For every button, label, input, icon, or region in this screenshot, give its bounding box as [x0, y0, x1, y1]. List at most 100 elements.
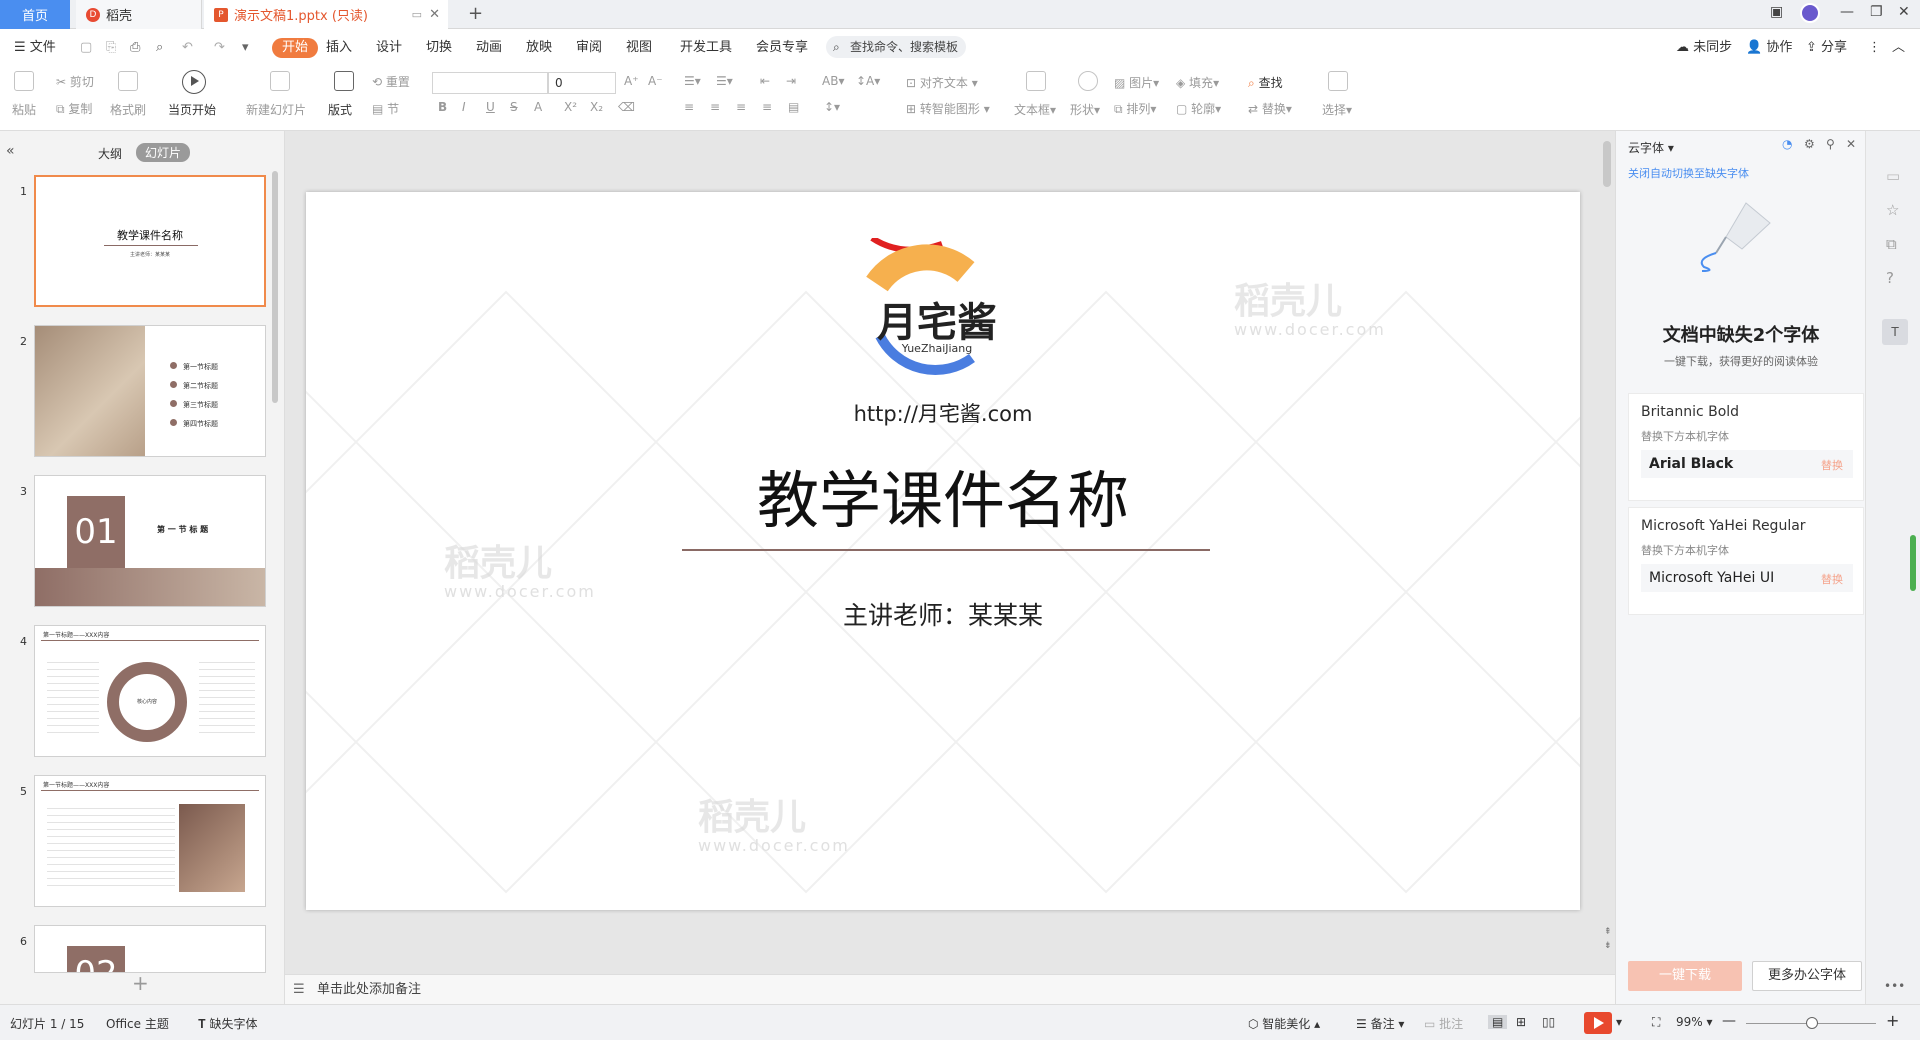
- bullet-list-icon[interactable]: ☰▾: [684, 74, 701, 88]
- notes-toggle[interactable]: ☰ 备注 ▾: [1356, 1015, 1404, 1032]
- indent-icon[interactable]: ⇥: [786, 74, 796, 88]
- paste-button[interactable]: 粘贴: [12, 101, 36, 118]
- distribute-icon[interactable]: ▤: [788, 100, 799, 114]
- preview-icon[interactable]: ⌕: [156, 38, 163, 58]
- textbox-icon[interactable]: [1026, 71, 1046, 91]
- pin-icon[interactable]: ⚲: [1826, 137, 1835, 151]
- add-slide-icon[interactable]: +: [132, 971, 149, 995]
- thumbnail-scrollbar[interactable]: [272, 171, 278, 403]
- slide-thumbnail-4[interactable]: 第一节标题——XXX内容 核心内容: [34, 625, 266, 757]
- align-center-icon[interactable]: ≡: [710, 100, 720, 114]
- replace-button[interactable]: 替换: [1821, 571, 1843, 587]
- zoom-slider-thumb[interactable]: [1806, 1017, 1818, 1029]
- help-icon[interactable]: ?: [1886, 269, 1894, 287]
- reset-button[interactable]: ⟲ 重置: [372, 73, 410, 90]
- outline-button[interactable]: ▢ 轮廓▾: [1176, 100, 1221, 117]
- clear-format-icon[interactable]: ⌫: [618, 100, 635, 114]
- text-direction-icon[interactable]: AB▾: [822, 74, 844, 88]
- increase-font-icon[interactable]: A⁺: [624, 74, 639, 88]
- chat-icon[interactable]: ◔: [1782, 137, 1792, 151]
- line-spacing-icon[interactable]: ↕A▾: [856, 74, 880, 88]
- slide-thumbnail-3[interactable]: 01 第 一 节 标 题: [34, 475, 266, 607]
- bold-icon[interactable]: B: [438, 100, 447, 114]
- shape-button[interactable]: 形状▾: [1070, 101, 1100, 118]
- redo-icon[interactable]: ↷: [214, 38, 225, 58]
- gear-icon[interactable]: ⚙: [1804, 137, 1815, 151]
- underline-icon[interactable]: U: [486, 100, 495, 114]
- current-slide[interactable]: 稻壳儿 www.docer.com 稻壳儿 www.docer.com 稻壳儿 …: [306, 192, 1580, 910]
- arrange-button[interactable]: ⧉ 排列▾: [1114, 100, 1156, 117]
- close-panel-icon[interactable]: ✕: [1846, 137, 1856, 151]
- find-button[interactable]: ⌕ 查找: [1248, 74, 1283, 91]
- superscript-icon[interactable]: X²: [564, 100, 577, 114]
- save-icon[interactable]: ▢: [80, 38, 92, 58]
- tab-start[interactable]: 开始: [272, 38, 319, 58]
- tab-member[interactable]: 会员专享: [756, 38, 808, 58]
- layout-button[interactable]: 版式: [328, 101, 352, 118]
- tab-design[interactable]: 设计: [376, 38, 402, 58]
- restore-icon[interactable]: ❐: [1870, 4, 1883, 20]
- align-left-icon[interactable]: ≡: [684, 100, 694, 114]
- tab-review[interactable]: 审阅: [576, 38, 602, 58]
- play-slideshow-button[interactable]: [1584, 1012, 1612, 1034]
- replace-button[interactable]: ⇄ 替换▾: [1248, 100, 1292, 117]
- paste-icon[interactable]: [14, 71, 34, 91]
- select-icon[interactable]: [1328, 71, 1348, 91]
- section-button[interactable]: ▤ 节: [372, 100, 399, 117]
- more-icon[interactable]: •••: [1884, 979, 1905, 993]
- justify-icon[interactable]: ≡: [762, 100, 772, 114]
- undo-icon[interactable]: ↶: [182, 38, 193, 58]
- collab-button[interactable]: 👤 协作: [1746, 38, 1792, 58]
- new-tab-icon[interactable]: +: [468, 3, 483, 24]
- decrease-font-icon[interactable]: A⁻: [648, 74, 663, 88]
- format-painter-icon[interactable]: [118, 71, 138, 91]
- more-menu-icon[interactable]: ⋮: [1868, 38, 1881, 58]
- notes-area[interactable]: ☰ 单击此处添加备注: [285, 974, 1615, 1004]
- start-from-current-button[interactable]: 当页开始: [168, 101, 216, 118]
- property-icon[interactable]: ▭: [1886, 167, 1900, 185]
- subscript-icon[interactable]: X₂: [590, 100, 603, 114]
- layout-icon[interactable]: [334, 71, 354, 91]
- sync-status[interactable]: ☁ 未同步: [1676, 38, 1732, 58]
- shape-icon[interactable]: [1078, 71, 1098, 91]
- font-size-select[interactable]: 0: [548, 72, 616, 94]
- next-slide-icon[interactable]: ⇟: [1604, 941, 1612, 951]
- replacement-font-row[interactable]: Arial Black 替换: [1641, 450, 1853, 478]
- beautify-button[interactable]: ⬡ 智能美化 ▴: [1248, 1015, 1320, 1032]
- tab-docer[interactable]: D 稻壳: [76, 0, 202, 29]
- print-icon[interactable]: ⎙: [130, 38, 140, 58]
- tab-insert[interactable]: 插入: [326, 38, 352, 58]
- align-text-button[interactable]: ⊡ 对齐文本 ▾: [906, 74, 978, 91]
- fill-button[interactable]: ◈ 填充▾: [1176, 74, 1219, 91]
- slideshow-dropdown-icon[interactable]: ▾: [1616, 1015, 1622, 1029]
- tab-presentation[interactable]: P 演示文稿1.pptx (只读) ▭ ✕: [204, 0, 448, 29]
- play-icon[interactable]: [182, 70, 206, 94]
- picture-button[interactable]: ▨ 图片▾: [1114, 74, 1159, 91]
- collapse-pane-icon[interactable]: «: [6, 143, 15, 159]
- slide-thumbnail-6[interactable]: 02: [34, 925, 266, 973]
- to-smartart-button[interactable]: ⊞ 转智能图形 ▾: [906, 100, 990, 117]
- strikethrough-icon[interactable]: S: [510, 100, 518, 114]
- select-button[interactable]: 选择▾: [1322, 101, 1352, 118]
- more-fonts-button[interactable]: 更多办公字体: [1752, 961, 1862, 991]
- minimize-icon[interactable]: —: [1840, 4, 1854, 20]
- tab-close-icon[interactable]: ✕: [429, 7, 440, 22]
- tab-developer[interactable]: 开发工具: [680, 38, 732, 58]
- tab-slideshow[interactable]: 放映: [526, 38, 552, 58]
- copy-button[interactable]: ⧉ 复制: [56, 100, 92, 117]
- tab-home[interactable]: 首页: [0, 0, 70, 29]
- tab-view[interactable]: 视图: [626, 38, 652, 58]
- auto-switch-link[interactable]: 关闭自动切换至缺失字体: [1628, 165, 1749, 181]
- zoom-level[interactable]: 99% ▾: [1676, 1015, 1713, 1029]
- new-slide-icon[interactable]: [270, 71, 290, 91]
- missing-fonts-status[interactable]: 𝐓 缺失字体: [198, 1015, 258, 1032]
- replacement-font-row[interactable]: Microsoft YaHei UI 替换: [1641, 564, 1853, 592]
- new-slide-button[interactable]: 新建幻灯片: [246, 101, 306, 118]
- tab-outline[interactable]: 大纲: [98, 145, 122, 162]
- export-icon[interactable]: ⎘: [106, 38, 116, 58]
- fit-window-icon[interactable]: ⛶: [1652, 1015, 1660, 1030]
- layout-icon[interactable]: ▣: [1770, 4, 1783, 20]
- slide-thumbnail-5[interactable]: 第一节标题——XXX内容: [34, 775, 266, 907]
- copy-panel-icon[interactable]: ⧉: [1886, 235, 1897, 253]
- editor-scrollbar[interactable]: [1603, 141, 1611, 187]
